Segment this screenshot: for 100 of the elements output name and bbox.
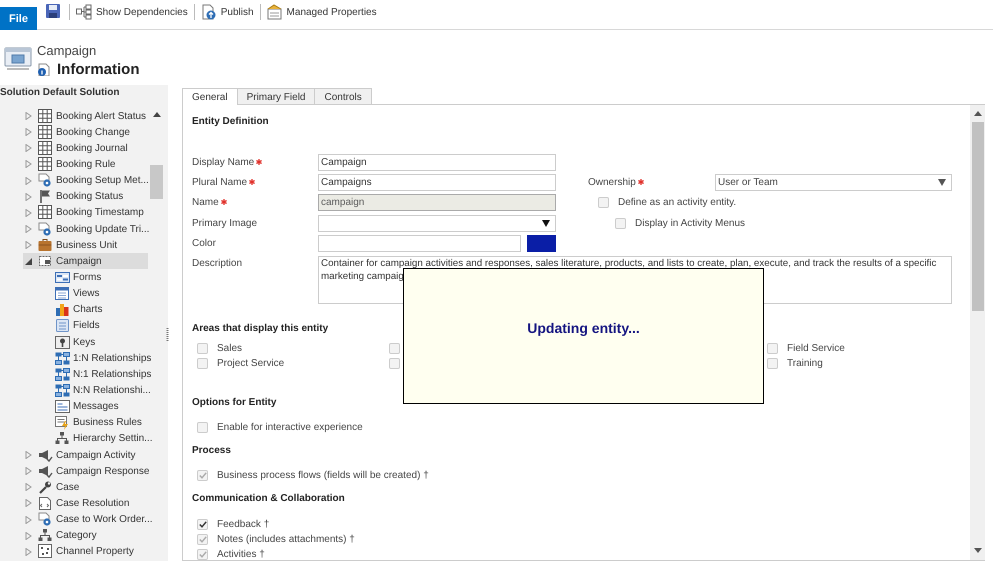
tree-item[interactable]: Fields xyxy=(23,318,100,334)
field-label: Description xyxy=(192,258,242,269)
expand-arrow-icon[interactable] xyxy=(25,499,32,508)
checkbox-label: Training xyxy=(787,358,823,369)
tab[interactable]: Controls xyxy=(314,88,372,105)
tree-item[interactable]: Channel Property xyxy=(23,544,134,560)
tab[interactable]: Primary Field xyxy=(236,88,316,105)
checkbox[interactable] xyxy=(197,422,208,433)
tree-item[interactable]: Business Rules xyxy=(23,414,142,431)
document-gear-icon xyxy=(38,512,53,528)
scroll-thumb[interactable] xyxy=(150,165,163,199)
section-title: Process xyxy=(192,444,231,458)
tree-item[interactable]: Booking Change xyxy=(23,124,130,140)
checkbox-label: Notes (includes attachments) † xyxy=(217,534,355,545)
expand-arrow-icon[interactable] xyxy=(25,225,32,234)
expand-arrow-icon[interactable] xyxy=(25,112,32,120)
tree-item[interactable]: Charts xyxy=(23,302,102,318)
tree-item[interactable]: Booking Journal xyxy=(23,140,128,156)
dropdown-arrow-icon xyxy=(542,220,550,227)
field-label: Plural Name xyxy=(192,177,248,188)
document-gear-icon xyxy=(38,222,53,237)
tree-item[interactable]: Hierarchy Settin... xyxy=(23,430,152,447)
relationship-icon xyxy=(55,382,70,398)
checkbox-label: Field Service xyxy=(787,342,845,354)
checkbox[interactable] xyxy=(197,358,208,369)
toolbar-button[interactable]: Managed Properties xyxy=(260,4,383,20)
tree-item[interactable]: Campaign Activity xyxy=(23,446,136,464)
tree-item[interactable]: N:N Relationshi... xyxy=(23,382,151,399)
checkbox-label: Business process flows (fields will be created) † xyxy=(217,470,429,481)
tree-item[interactable]: Messages xyxy=(23,398,119,415)
expand-arrow-icon[interactable] xyxy=(25,483,32,492)
window-icon xyxy=(55,286,70,302)
expand-arrow-icon[interactable] xyxy=(25,532,32,540)
entity-name: Campaign xyxy=(37,43,98,58)
tab[interactable]: General xyxy=(182,88,238,105)
checkbox[interactable] xyxy=(197,342,208,354)
expand-arrow-icon[interactable] xyxy=(25,451,32,460)
scroll-up-icon xyxy=(153,112,161,117)
scroll-thumb[interactable] xyxy=(972,122,984,311)
expand-arrow-icon[interactable] xyxy=(25,208,32,217)
expand-arrow-icon[interactable] xyxy=(25,467,32,476)
toolbar-button[interactable]: Publish xyxy=(194,4,260,20)
expand-arrow-icon[interactable] xyxy=(25,241,32,250)
file-button[interactable]: File xyxy=(0,7,37,30)
tree-item[interactable]: Campaign xyxy=(23,253,148,270)
checkbox-label: Display in Activity Menus xyxy=(635,218,746,229)
tree-item[interactable]: Case to Work Order... xyxy=(23,512,153,528)
dropdown-arrow-icon xyxy=(938,179,946,186)
checkbox[interactable] xyxy=(389,358,400,369)
message-icon xyxy=(55,399,70,414)
checkbox[interactable] xyxy=(389,342,400,354)
expand-arrow-icon[interactable] xyxy=(25,192,32,201)
dropdown[interactable]: User or Team xyxy=(715,174,952,192)
checkbox[interactable] xyxy=(197,518,208,530)
tree-item[interactable]: Booking Alert Status xyxy=(23,108,146,124)
dropdown-value: User or Team xyxy=(718,177,778,188)
scrollbar[interactable] xyxy=(970,105,985,560)
color-swatch[interactable] xyxy=(527,235,556,252)
expand-arrow-icon[interactable] xyxy=(25,160,32,168)
checkbox[interactable] xyxy=(767,342,778,354)
tree-item[interactable]: Case Resolution xyxy=(23,495,130,512)
list-icon xyxy=(55,318,70,334)
expand-arrow-icon[interactable] xyxy=(25,548,32,556)
field-label: Name xyxy=(192,197,219,208)
tree-item[interactable]: Case xyxy=(23,479,80,496)
checkbox-label: Sales xyxy=(217,342,242,354)
save-icon[interactable] xyxy=(45,3,61,19)
solution-title: Solution Default Solution xyxy=(0,86,120,100)
tree-item[interactable]: Booking Timestamp xyxy=(23,204,144,221)
checkbox[interactable] xyxy=(598,197,609,208)
collapse-arrow-icon[interactable] xyxy=(25,257,32,266)
section-title: Communication & Collaboration xyxy=(192,492,345,506)
scroll-up-icon xyxy=(974,111,982,116)
checkbox-label: Activities † xyxy=(217,548,265,560)
tree-item[interactable]: 1:N Relationships xyxy=(23,350,152,366)
tree-item[interactable]: Campaign Response xyxy=(23,463,150,480)
checkbox[interactable] xyxy=(615,218,626,229)
bar-chart-icon xyxy=(55,302,70,318)
expand-arrow-icon[interactable] xyxy=(25,128,32,136)
text-field[interactable]: Campaigns xyxy=(318,174,556,192)
tree-item[interactable]: Booking Status xyxy=(23,188,124,205)
tree-item[interactable]: Category xyxy=(23,528,97,544)
tree-item[interactable]: Forms xyxy=(23,269,102,286)
tree-item[interactable]: Keys xyxy=(23,334,96,350)
tree-item[interactable]: Views xyxy=(23,286,100,302)
tree-item[interactable]: Business Unit xyxy=(23,237,118,254)
expand-arrow-icon[interactable] xyxy=(25,176,32,185)
relationship-icon xyxy=(55,366,70,382)
tree-item[interactable]: Booking Update Tri... xyxy=(23,220,150,238)
expand-arrow-icon[interactable] xyxy=(25,516,32,524)
checkbox[interactable] xyxy=(767,358,778,369)
tree-item[interactable]: Booking Rule xyxy=(23,156,116,173)
tree-item[interactable]: Booking Setup Met... xyxy=(23,172,149,189)
relationship-icon xyxy=(55,350,70,366)
toolbar-button[interactable]: Show Dependencies xyxy=(70,4,194,20)
text-field[interactable]: Campaign xyxy=(318,154,556,171)
text-field[interactable] xyxy=(318,235,521,252)
expand-arrow-icon[interactable] xyxy=(25,144,32,152)
tree-item[interactable]: N:1 Relationships xyxy=(23,366,152,382)
properties-icon xyxy=(266,4,283,20)
